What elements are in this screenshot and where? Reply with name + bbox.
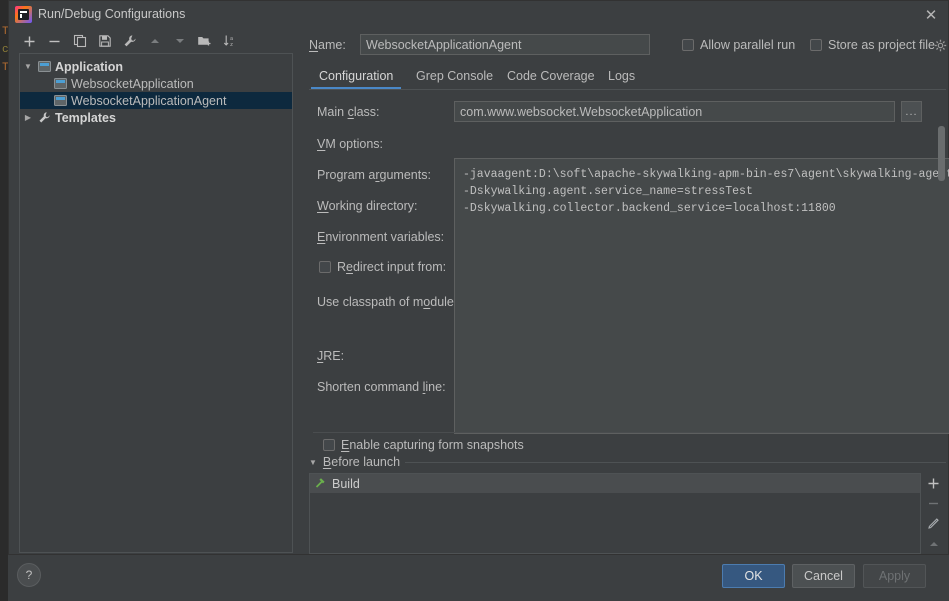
checkbox-box[interactable]	[323, 439, 335, 451]
application-icon	[52, 76, 68, 92]
checkbox-box[interactable]	[810, 39, 822, 51]
save-configuration-button[interactable]	[92, 30, 117, 52]
ok-button[interactable]: OK	[722, 564, 785, 588]
before-launch-side-buttons	[921, 473, 946, 554]
tree-node-label: WebsocketApplication	[71, 76, 194, 91]
allow-parallel-run-checkbox[interactable]: Allow parallel run	[682, 38, 795, 52]
cancel-button[interactable]: Cancel	[792, 564, 855, 588]
vm-options-line: -Dskywalking.agent.service_name=stressTe…	[463, 185, 753, 198]
main-class-input[interactable]	[454, 101, 895, 122]
gear-icon[interactable]	[934, 39, 947, 52]
enable-capturing-form-snapshots-checkbox[interactable]: Enable capturing form snapshots	[323, 438, 524, 452]
tree-node-label: Application	[55, 59, 124, 74]
tree-node-label: Templates	[55, 110, 116, 125]
redirect-input-from-checkbox[interactable]: Redirect input from:	[319, 260, 446, 274]
store-as-project-file-label: Store as project file	[828, 38, 935, 52]
vm-options-line: -javaagent:D:\soft\apache-skywalking-apm…	[463, 168, 949, 181]
working-directory-label: Working directory:	[317, 199, 418, 213]
before-launch-task-label: Build	[332, 476, 360, 491]
before-launch-label: Before launch	[322, 455, 401, 469]
main-class-browse-button[interactable]: ...	[901, 101, 922, 122]
copy-configuration-button[interactable]	[67, 30, 92, 52]
environment-variables-label: Environment variables:	[317, 230, 445, 244]
wrench-icon	[36, 110, 52, 126]
intellij-idea-icon	[15, 6, 32, 23]
add-configuration-button[interactable]	[17, 30, 42, 52]
vm-options-editor[interactable]: -javaagent:D:\soft\apache-skywalking-apm…	[454, 158, 949, 434]
redirect-input-from-label: Redirect input from:	[337, 260, 447, 274]
checkbox-box[interactable]	[682, 39, 694, 51]
configuration-details-pane: Name: Allow parallel run Store as projec…	[305, 30, 949, 554]
tab-logs[interactable]: Logs	[606, 63, 637, 88]
arrow-up-icon[interactable]	[142, 30, 167, 52]
build-hammer-icon	[314, 476, 327, 492]
name-row: Name: Allow parallel run Store as projec…	[309, 34, 947, 56]
remove-configuration-button[interactable]	[42, 30, 67, 52]
configuration-tabs: Configuration Grep Console Code Coverage…	[309, 63, 946, 90]
before-launch-task-build[interactable]: Build	[310, 474, 920, 493]
configuration-form: Main class: ... VM options: Program argu…	[309, 92, 949, 452]
tree-node-websocketapplication[interactable]: WebsocketApplication	[20, 75, 292, 92]
shorten-command-line-label: Shorten command line:	[317, 380, 446, 394]
main-class-label: Main class:	[317, 105, 380, 119]
run-debug-configurations-dialog: Run/Debug Configurations ✕ a z ▼ Applica…	[8, 0, 949, 592]
before-launch-header[interactable]: ▼ Before launch	[309, 454, 400, 470]
expand-twisty-icon[interactable]: ▼	[20, 62, 36, 71]
sort-alphabetically-icon[interactable]: az	[217, 30, 242, 52]
program-arguments-label: Program arguments:	[317, 168, 431, 182]
enable-capturing-form-snapshots-label: Enable capturing form snapshots	[341, 438, 524, 452]
configurations-tree[interactable]: ▼ Application WebsocketApplication Webso…	[19, 53, 293, 553]
tab-grep-console[interactable]: Grep Console	[414, 63, 495, 88]
apply-button[interactable]: Apply	[863, 564, 926, 588]
tree-node-label: WebsocketApplicationAgent	[71, 93, 227, 108]
add-task-button[interactable]	[921, 473, 946, 493]
section-divider	[405, 462, 946, 463]
before-launch-task-list[interactable]: Build	[309, 473, 921, 554]
before-launch-section: ▼ Before launch Build	[309, 454, 946, 554]
collapse-twisty-icon[interactable]: ▶	[20, 113, 36, 122]
checkbox-box[interactable]	[319, 261, 331, 273]
dialog-title-bar: Run/Debug Configurations ✕	[9, 1, 948, 29]
dialog-footer: ? OK Cancel Apply	[8, 554, 949, 601]
allow-parallel-run-label: Allow parallel run	[700, 38, 796, 52]
screen: T c T mainly o o o o n o i n t i a l i z…	[0, 0, 949, 601]
use-classpath-of-module-label: Use classpath of module:	[317, 295, 458, 309]
tab-code-coverage[interactable]: Code Coverage	[505, 63, 597, 88]
configurations-toolbar: az	[17, 30, 293, 52]
tree-node-application[interactable]: ▼ Application	[20, 58, 292, 75]
store-as-project-file-checkbox[interactable]: Store as project file	[810, 38, 935, 52]
dialog-title: Run/Debug Configurations	[38, 7, 186, 21]
help-button[interactable]: ?	[17, 563, 41, 587]
move-task-up-button[interactable]	[921, 534, 946, 554]
jre-label: JRE:	[317, 349, 345, 363]
close-icon[interactable]: ✕	[914, 1, 948, 29]
application-icon	[52, 93, 68, 109]
edit-task-button[interactable]	[921, 514, 946, 534]
name-input[interactable]	[360, 34, 650, 55]
application-icon	[36, 59, 52, 75]
tree-node-templates[interactable]: ▶ Templates	[20, 109, 292, 126]
tab-configuration[interactable]: Configuration	[310, 63, 402, 89]
vm-options-line: -Dskywalking.collector.backend_service=l…	[463, 202, 836, 215]
form-scrollbar-thumb[interactable]	[938, 126, 945, 181]
name-label: Name:	[309, 38, 346, 52]
arrow-down-icon[interactable]	[167, 30, 192, 52]
svg-text:z: z	[230, 42, 233, 48]
remove-task-button[interactable]	[921, 493, 946, 513]
tree-node-websocketapplicationagent[interactable]: WebsocketApplicationAgent	[20, 92, 292, 109]
wrench-icon[interactable]	[117, 30, 142, 52]
folder-add-icon[interactable]	[192, 30, 217, 52]
collapse-twisty-icon[interactable]: ▼	[309, 458, 317, 467]
vm-options-label: VM options:	[317, 137, 384, 151]
